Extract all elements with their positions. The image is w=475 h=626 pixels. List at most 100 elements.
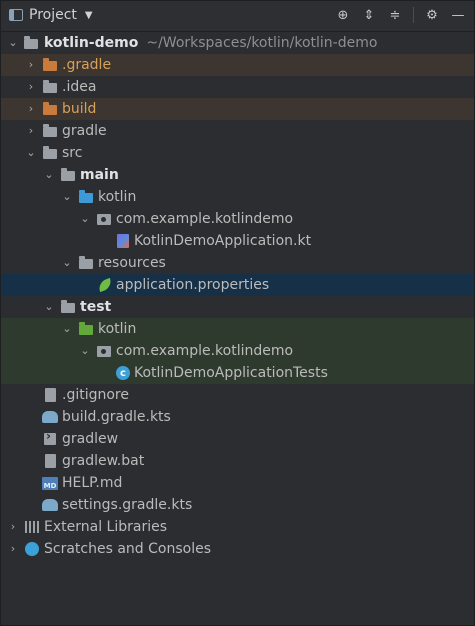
tree-row-src[interactable]: ⌄ src xyxy=(1,142,474,164)
chevron-down-icon[interactable]: ⌄ xyxy=(8,37,18,48)
chevron-right-icon[interactable]: › xyxy=(26,103,36,114)
markdown-icon-text: MD xyxy=(42,476,58,490)
excluded-folder-icon xyxy=(42,101,58,117)
source-folder-icon xyxy=(78,189,94,205)
chevron-down-icon[interactable]: ⌄ xyxy=(26,147,36,158)
tree-row-resources[interactable]: ⌄ resources xyxy=(1,252,474,274)
tool-window-header: Project ▼ ⊕ ⇕ ≑ ⚙ — xyxy=(1,1,474,32)
tree-label: com.example.kotlindemo xyxy=(116,211,294,227)
tree-row-gradle-hidden[interactable]: › .gradle xyxy=(1,54,474,76)
toolbar-divider xyxy=(413,7,414,23)
tree-row-main-package[interactable]: ⌄ com.example.kotlindemo xyxy=(1,208,474,230)
tree-row-test-class[interactable]: c KotlinDemoApplicationTests xyxy=(1,362,474,384)
tree-row-root[interactable]: ⌄ kotlin-demo ~/Workspaces/kotlin/kotlin-… xyxy=(1,32,474,54)
chevron-down-icon[interactable]: ⌄ xyxy=(62,257,72,268)
tree-row-gitignore[interactable]: .gitignore xyxy=(1,384,474,406)
root-path: ~/Workspaces/kotlin/kotlin-demo xyxy=(146,35,378,51)
tree-row-gradle[interactable]: › gradle xyxy=(1,120,474,142)
tree-label: resources xyxy=(98,255,166,271)
tree-row-settings[interactable]: settings.gradle.kts xyxy=(1,494,474,516)
tool-window-title: Project xyxy=(29,7,77,23)
chevron-down-icon[interactable]: ▼ xyxy=(85,10,93,21)
module-folder-icon xyxy=(23,35,39,51)
tree-label: application.properties xyxy=(116,277,270,293)
tree-label: test xyxy=(80,299,112,315)
root-label: kotlin-demo xyxy=(44,35,139,51)
tree-label: HELP.md xyxy=(62,475,123,491)
text-file-icon xyxy=(42,453,58,469)
tree-label: kotlin xyxy=(98,321,137,337)
chevron-down-icon[interactable]: ⌄ xyxy=(44,169,54,180)
project-tool-window: Project ▼ ⊕ ⇕ ≑ ⚙ — ⌄ kotlin-demo ~/Works… xyxy=(0,0,475,626)
gradle-icon xyxy=(42,409,58,425)
tree-label: External Libraries xyxy=(44,519,167,535)
chevron-down-icon[interactable]: ⌄ xyxy=(44,301,54,312)
tree-label: main xyxy=(80,167,119,183)
folder-icon xyxy=(42,79,58,95)
tree-row-build[interactable]: › build xyxy=(1,98,474,120)
chevron-right-icon[interactable]: › xyxy=(8,543,18,554)
tree-label: KotlinDemoApplicationTests xyxy=(134,365,328,381)
test-folder-icon xyxy=(78,321,94,337)
header-toolbar: ⊕ ⇕ ≑ ⚙ — xyxy=(335,6,466,24)
chevron-right-icon[interactable]: › xyxy=(26,81,36,92)
tree-label: settings.gradle.kts xyxy=(62,497,193,513)
tree-row-main-kotlin[interactable]: ⌄ kotlin xyxy=(1,186,474,208)
module-folder-icon xyxy=(60,299,76,315)
tree-row-main[interactable]: ⌄ main xyxy=(1,164,474,186)
tree-row-gradlew[interactable]: gradlew xyxy=(1,428,474,450)
tree-row-main-app[interactable]: KotlinDemoApplication.kt xyxy=(1,230,474,252)
collapse-all-icon[interactable]: ≑ xyxy=(387,6,403,24)
tree-label: KotlinDemoApplication.kt xyxy=(134,233,312,249)
chevron-down-icon[interactable]: ⌄ xyxy=(80,345,90,356)
tree-row-gradlew-bat[interactable]: gradlew.bat xyxy=(1,450,474,472)
tree-label: com.example.kotlindemo xyxy=(116,343,294,359)
markdown-icon: MD xyxy=(42,475,58,491)
folder-icon xyxy=(42,123,58,139)
tree-row-build-gradle[interactable]: build.gradle.kts xyxy=(1,406,474,428)
expand-all-icon[interactable]: ⇕ xyxy=(361,6,377,24)
tree-row-help[interactable]: MD HELP.md xyxy=(1,472,474,494)
tree-label: .gitignore xyxy=(62,387,129,403)
kotlin-file-icon xyxy=(115,233,131,249)
gear-icon[interactable]: ⚙ xyxy=(424,6,440,24)
tree-label: gradlew xyxy=(62,431,119,447)
locate-file-icon[interactable]: ⊕ xyxy=(335,6,351,24)
tree-label: Scratches and Consoles xyxy=(44,541,211,557)
tree-row-external-libraries[interactable]: › External Libraries xyxy=(1,516,474,538)
chevron-down-icon[interactable]: ⌄ xyxy=(62,323,72,334)
excluded-folder-icon xyxy=(42,57,58,73)
tree-label: .idea xyxy=(62,79,97,95)
project-tree: ⌄ kotlin-demo ~/Workspaces/kotlin/kotlin-… xyxy=(1,32,474,560)
project-window-icon xyxy=(9,9,23,21)
chevron-right-icon[interactable]: › xyxy=(26,125,36,136)
kotlin-class-icon: c xyxy=(115,365,131,381)
tree-label: kotlin xyxy=(98,189,137,205)
tree-label: gradlew.bat xyxy=(62,453,145,469)
tree-row-test-kotlin[interactable]: ⌄ kotlin xyxy=(1,318,474,340)
tree-row-app-properties[interactable]: application.properties xyxy=(1,274,474,296)
tree-row-scratches[interactable]: › Scratches and Consoles xyxy=(1,538,474,560)
package-icon xyxy=(96,343,112,359)
gradle-icon xyxy=(42,497,58,513)
chevron-down-icon[interactable]: ⌄ xyxy=(62,191,72,202)
ignore-file-icon xyxy=(42,387,58,403)
chevron-right-icon[interactable]: › xyxy=(26,59,36,70)
chevron-down-icon[interactable]: ⌄ xyxy=(80,213,90,224)
library-icon xyxy=(24,519,40,535)
resources-folder-icon xyxy=(78,255,94,271)
terminal-icon xyxy=(42,429,58,447)
tree-row-test[interactable]: ⌄ test xyxy=(1,296,474,318)
tree-label: build.gradle.kts xyxy=(62,409,171,425)
view-selector[interactable]: Project ▼ xyxy=(9,7,93,23)
tree-row-idea[interactable]: › .idea xyxy=(1,76,474,98)
spring-leaf-icon xyxy=(96,277,114,293)
tree-row-test-package[interactable]: ⌄ com.example.kotlindemo xyxy=(1,340,474,362)
tree-label: .gradle xyxy=(62,57,112,73)
tree-label: gradle xyxy=(62,123,107,139)
module-folder-icon xyxy=(60,167,76,183)
tree-label: src xyxy=(62,145,83,161)
tree-label: build xyxy=(62,101,97,117)
chevron-right-icon[interactable]: › xyxy=(8,521,18,532)
hide-icon[interactable]: — xyxy=(450,6,466,24)
